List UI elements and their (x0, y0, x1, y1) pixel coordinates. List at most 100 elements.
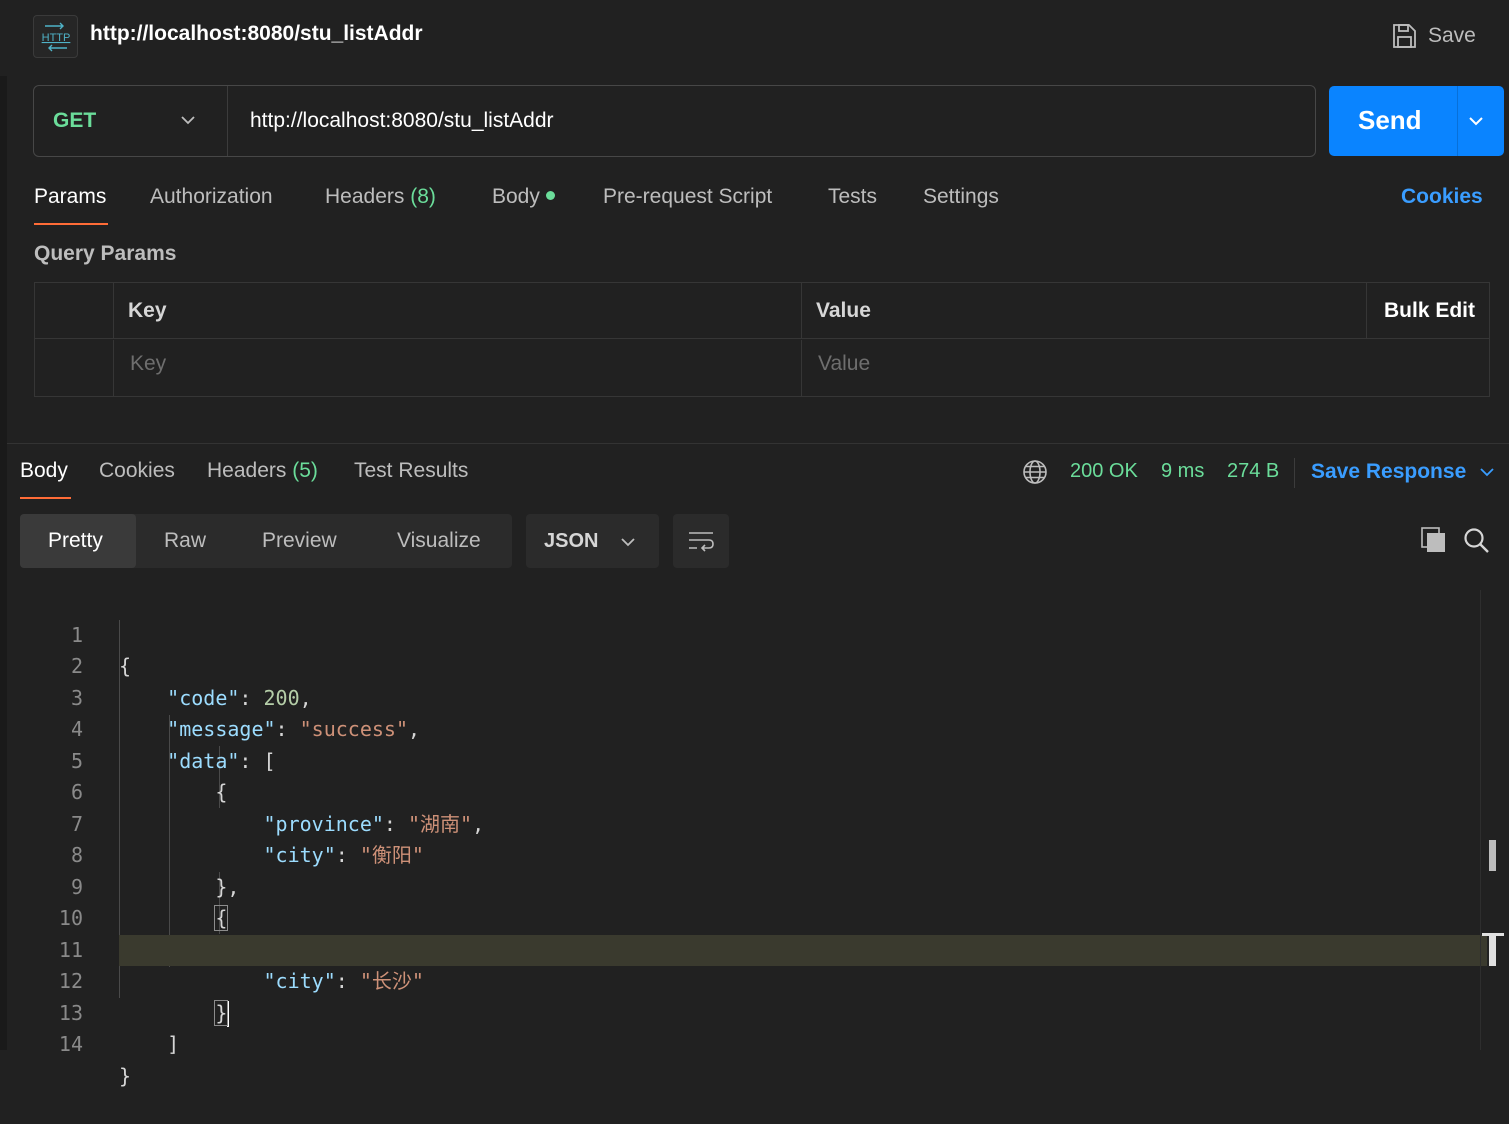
code-line: 14 } (0, 998, 1480, 1088)
chevron-down-icon[interactable] (1467, 113, 1485, 129)
key-header-label: Key (128, 299, 167, 322)
view-pretty-button[interactable]: Pretty (20, 514, 136, 568)
code-text: } (119, 1063, 132, 1088)
line-number: 14 (58, 1032, 83, 1056)
editor-scrollbar[interactable] (1480, 590, 1509, 1050)
tab-label: Body (20, 459, 68, 482)
response-tab-test-results[interactable]: Test Results (354, 459, 468, 483)
http-request-icon: HTTP (33, 15, 78, 58)
tab-params[interactable]: Params (34, 185, 106, 209)
tab-label: Params (34, 185, 107, 208)
code-line: 2 "code": 200, (0, 620, 1480, 710)
send-button[interactable]: Send (1329, 86, 1504, 156)
tab-count: (5) (292, 459, 318, 482)
response-tab-headers[interactable]: Headers (5) (207, 459, 318, 483)
divider (1294, 458, 1295, 488)
code-line: 9 { (0, 840, 1480, 931)
search-icon[interactable] (1463, 527, 1491, 555)
request-title[interactable]: http://localhost:8080/stu_listAddr (90, 22, 423, 46)
tab-label: Settings (923, 185, 999, 208)
scrollbar-thumb[interactable] (1489, 936, 1496, 966)
title-bar: HTTP http://localhost:8080/stu_listAddr … (0, 0, 1509, 76)
key-input[interactable]: Key (130, 352, 166, 376)
table-row: Key Value (35, 340, 1489, 396)
tab-label: Body (492, 185, 540, 208)
response-divider[interactable] (7, 443, 1509, 444)
tab-tests[interactable]: Tests (828, 185, 877, 209)
response-body-editor[interactable]: 1 { 2 "code": 200, 3 "message": "success… (0, 588, 1509, 1088)
url-input[interactable]: http://localhost:8080/stu_listAddr (250, 105, 1290, 137)
row-checkbox-cell (35, 340, 114, 396)
code-line: 8 }, (0, 809, 1480, 899)
status-code[interactable]: 200 OK (1070, 460, 1138, 483)
save-response-button[interactable]: Save Response (1311, 460, 1466, 484)
value-input[interactable]: Value (818, 352, 870, 376)
cookies-link[interactable]: Cookies (1401, 185, 1483, 209)
key-cell[interactable]: Key (114, 340, 802, 396)
code-line: 1 { (0, 588, 1480, 679)
tab-pre-request-script[interactable]: Pre-request Script (603, 185, 772, 209)
bulk-edit-cell: Bulk Edit (1366, 283, 1489, 338)
code-line: 7 "city": "衡阳" (0, 777, 1480, 868)
query-params-table: Key Value Bulk Edit Key Value (34, 282, 1490, 397)
checkbox-column-header (35, 283, 114, 338)
code-line: 3 "message": "success", (0, 651, 1480, 742)
query-params-heading: Query Params (34, 242, 177, 265)
body-indicator-dot (545, 190, 555, 200)
wrap-lines-icon (689, 532, 714, 552)
tab-settings[interactable]: Settings (923, 185, 999, 209)
response-size[interactable]: 274 B (1227, 460, 1279, 483)
format-label: JSON (544, 530, 599, 552)
code-line: 13 ] (0, 966, 1480, 1057)
active-tab-indicator (34, 223, 108, 225)
tab-headers[interactable]: Headers (8) (325, 185, 436, 209)
url-bar: GET http://localhost:8080/stu_listAddr (33, 85, 1316, 157)
view-visualize-button[interactable]: Visualize (397, 514, 481, 568)
value-column-header: Value (802, 283, 1366, 338)
send-label: Send (1358, 105, 1422, 135)
view-raw-button[interactable]: Raw (164, 514, 206, 568)
chevron-down-icon (621, 538, 635, 547)
code-line: 6 "province": "湖南", (0, 746, 1480, 836)
response-time[interactable]: 9 ms (1161, 460, 1204, 483)
chevron-down-icon (181, 116, 195, 125)
response-tab-cookies[interactable]: Cookies (99, 459, 175, 483)
response-tab-body[interactable]: Body (20, 459, 68, 483)
tab-count: (8) (410, 185, 436, 208)
code-line: 11 "city": "长沙" (0, 903, 1480, 994)
tab-authorization[interactable]: Authorization (150, 185, 273, 209)
value-cell[interactable]: Value (802, 340, 1489, 396)
save-label: Save (1428, 24, 1476, 47)
method-select[interactable]: GET (34, 86, 228, 156)
wrap-lines-button[interactable] (673, 514, 729, 568)
tab-label: Headers (207, 459, 287, 482)
tab-label: Test Results (354, 459, 469, 482)
tab-label: Headers (325, 185, 405, 208)
send-divider (1457, 86, 1458, 156)
tab-label: Tests (828, 185, 878, 208)
tab-body[interactable]: Body (492, 185, 555, 209)
chevron-down-icon[interactable] (1478, 464, 1496, 480)
key-column-header: Key (114, 283, 802, 338)
copy-icon[interactable] (1420, 526, 1448, 554)
code-line: 5 { (0, 714, 1480, 805)
method-label: GET (53, 109, 97, 132)
save-icon (1393, 24, 1416, 48)
globe-icon[interactable] (1022, 459, 1048, 485)
code-line: 4 "data": [ (0, 683, 1480, 773)
code-line: 12 } (0, 935, 1480, 1027)
code-text: ] (119, 1032, 180, 1056)
tab-label: Authorization (150, 185, 273, 208)
table-header-row: Key Value Bulk Edit (35, 283, 1489, 339)
save-button[interactable]: Save (1390, 18, 1490, 54)
code-line: 10 "province": "湖南", (0, 872, 1480, 962)
tab-label: Cookies (99, 459, 175, 482)
format-select[interactable]: JSON (526, 514, 659, 568)
view-preview-button[interactable]: Preview (262, 514, 337, 568)
scrollbar-marker (1489, 840, 1496, 871)
bulk-edit-button[interactable]: Bulk Edit (1384, 299, 1475, 323)
svg-text:HTTP: HTTP (41, 32, 70, 44)
active-tab-indicator (20, 497, 71, 499)
tab-label: Pre-request Script (603, 185, 773, 208)
view-mode-group: Pretty Raw Preview Visualize (20, 514, 512, 568)
